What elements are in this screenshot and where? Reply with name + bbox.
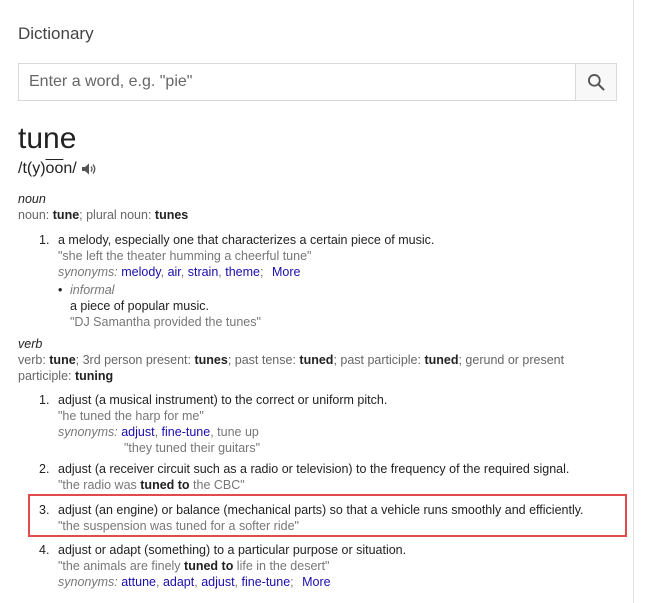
register-label: informal	[70, 283, 115, 297]
synonyms-label: synonyms:	[58, 425, 118, 439]
headword: tune	[18, 122, 77, 155]
bullet: •	[58, 283, 63, 297]
sense-definition: a melody, especially one that characteri…	[58, 233, 435, 247]
synonyms: synonyms: adjust, fine-tune, tune up	[58, 425, 259, 439]
example-text: the CBC"	[189, 478, 245, 492]
noun-forms-label: noun:	[18, 208, 53, 222]
verb-form: tuned	[424, 353, 459, 367]
sense-definition: adjust or adapt (something) to a particu…	[58, 543, 407, 557]
phonetic-suffix: n/	[63, 160, 77, 177]
sense-definition: adjust (a musical instrument) to the cor…	[58, 393, 388, 407]
verb-sense-2: 2. adjust (a receiver circuit such as a …	[39, 461, 619, 493]
sense-example: "he tuned the harp for me"	[58, 409, 204, 423]
subsense-definition: a piece of popular music.	[70, 299, 209, 313]
sense-example: "the radio was tuned to the CBC"	[58, 477, 619, 493]
sense-number: 1.	[39, 233, 50, 247]
synonym-link[interactable]: strain	[188, 265, 219, 279]
phonetic-overline: oo	[45, 160, 64, 177]
sense-number: 4.	[39, 543, 50, 557]
synonym-link[interactable]: melody	[121, 265, 160, 279]
verb-forms-label: ; past tense:	[227, 353, 300, 367]
synonym-link[interactable]: air	[168, 265, 181, 279]
pos-noun: noun	[18, 192, 46, 206]
more-link[interactable]: More	[272, 265, 300, 279]
more-link[interactable]: More	[302, 575, 330, 589]
synonym-link[interactable]: attune	[121, 575, 156, 589]
pos-verb: verb	[18, 337, 43, 351]
verb-forms: verb: tune; 3rd person present: tunes; p…	[18, 352, 598, 384]
example-text: "the animals are finely	[58, 559, 185, 573]
search-icon	[588, 74, 605, 91]
verb-forms-label: verb:	[18, 353, 50, 367]
phonetic-prefix: /t(y)	[18, 160, 46, 177]
verb-form: tunes	[194, 353, 228, 367]
synonym-link[interactable]: adjust	[201, 575, 234, 589]
example-emphasis: tuned to	[184, 559, 234, 573]
noun-forms: noun: tune; plural noun: tunes	[18, 207, 598, 223]
sense-number: 1.	[39, 393, 50, 407]
verb-sense-1: 1. adjust (a musical instrument) to the …	[39, 392, 619, 456]
noun-subsense: • informal a piece of popular music. "DJ…	[58, 282, 618, 330]
subsense-example: "DJ Samantha provided the tunes"	[70, 315, 261, 329]
highlight-box	[28, 494, 627, 537]
synonyms: synonyms: melody, air, strain, theme; Mo…	[58, 265, 301, 279]
phonetic: /t(y)oon/	[18, 160, 97, 178]
example-text: "the radio was	[58, 478, 141, 492]
noun-sense-1: 1. a melody, especially one that charact…	[39, 232, 619, 280]
synonym-link[interactable]: fine-tune	[162, 425, 211, 439]
verb-form: tuned	[299, 353, 334, 367]
synonym-link[interactable]: theme	[225, 265, 260, 279]
noun-forms-sep: ; plural noun:	[79, 208, 155, 222]
verb-form: tuning	[74, 369, 114, 383]
sense-example: "the animals are finely tuned to life in…	[58, 558, 619, 574]
verb-form: tune	[49, 353, 76, 367]
noun-form: tune	[52, 208, 80, 222]
synonyms-label: synonyms:	[58, 265, 118, 279]
example-text: life in the desert"	[233, 559, 330, 573]
speaker-icon[interactable]	[81, 162, 97, 176]
example-emphasis: tuned to	[140, 478, 190, 492]
synonym-link[interactable]: adjust	[121, 425, 154, 439]
sense-example: "she left the theater humming a cheerful…	[58, 249, 312, 263]
search-button[interactable]	[575, 64, 616, 100]
synonyms-label: synonyms:	[58, 575, 118, 589]
search-box	[18, 63, 617, 101]
verb-sense-4: 4. adjust or adapt (something) to a part…	[39, 542, 619, 590]
synonym-phrase: tune up	[217, 425, 259, 439]
synonym-example: "they tuned their guitars"	[124, 441, 261, 455]
sense-definition: adjust (a receiver circuit such as a rad…	[58, 462, 570, 476]
search-input[interactable]	[19, 64, 575, 100]
dictionary-card: Dictionary tune /t(y)oon/ noun noun: tun…	[0, 0, 634, 603]
verb-forms-label: ; past participle:	[333, 353, 425, 367]
synonym-link[interactable]: fine-tune	[242, 575, 291, 589]
sense-number: 2.	[39, 462, 50, 476]
synonyms: synonyms: attune, adapt, adjust, fine-tu…	[58, 575, 331, 589]
dictionary-title: Dictionary	[18, 24, 94, 43]
noun-plural-form: tunes	[154, 208, 189, 222]
verb-forms-label: ; 3rd person present:	[75, 353, 195, 367]
synonym-link[interactable]: adapt	[163, 575, 194, 589]
